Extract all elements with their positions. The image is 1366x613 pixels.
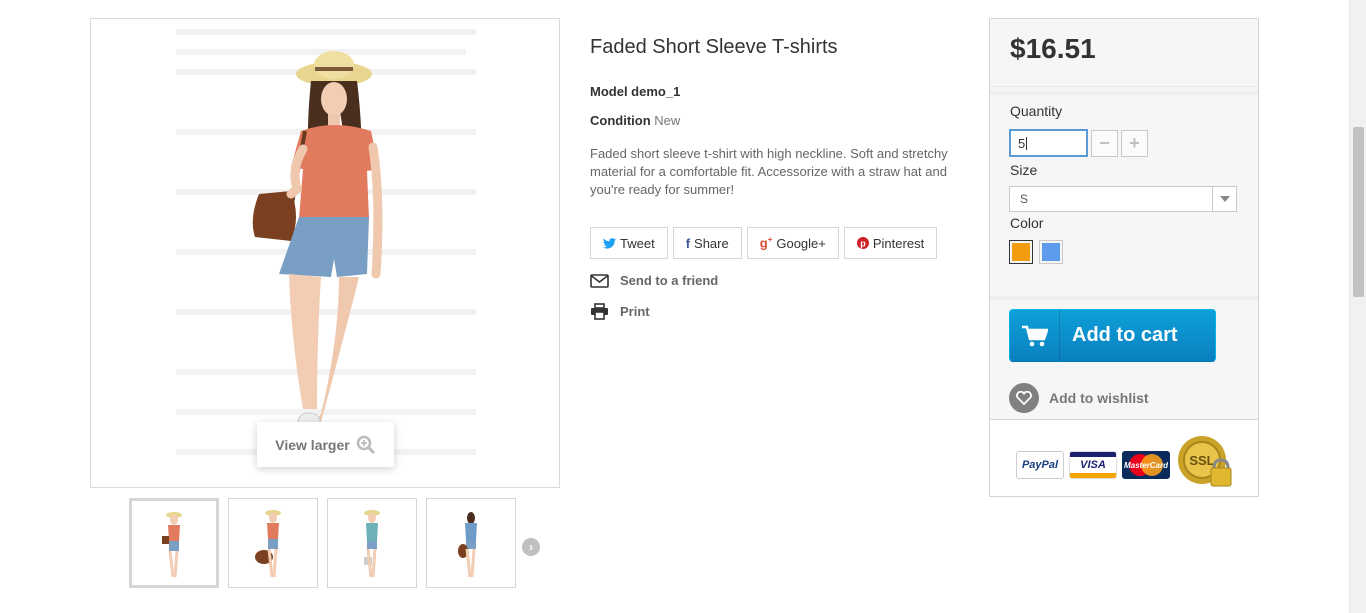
product-photo [176,29,476,455]
printer-icon [591,303,608,320]
print-label: Print [620,304,650,319]
googleplus-label: Google+ [776,235,826,251]
ssl-seal: SSL [1178,436,1232,487]
cart-icon [1010,310,1060,361]
quantity-value: 5 [1018,135,1026,151]
size-label: Size [1010,162,1038,178]
add-to-wishlist-link[interactable]: Add to wishlist [1009,383,1149,413]
svg-text:SSL: SSL [1189,453,1214,468]
googleplus-button[interactable]: g+ Google+ [746,227,839,259]
product-description: Faded short sleeve t-shirt with high nec… [590,146,948,197]
chevron-right-icon[interactable]: › [522,538,540,556]
tweet-label: Tweet [620,235,655,251]
thumbnail-strip [129,498,516,588]
thumbnail-4[interactable] [426,498,516,588]
facebook-icon: f [685,235,691,251]
pinterest-icon: p [856,237,869,249]
view-larger-label: View larger [275,436,350,453]
share-label: Share [694,235,729,251]
price-area: $16.51 [990,19,1258,87]
envelope-icon [590,273,609,288]
minus-icon: − [1099,133,1110,153]
scrollbar-thumb[interactable] [1353,127,1364,297]
color-swatch-fill [1012,243,1030,261]
pinterest-button[interactable]: p Pinterest [843,227,938,259]
condition-label: Condition [590,113,651,128]
page-scrollbar[interactable] [1349,0,1366,613]
color-swatch-orange[interactable] [1009,240,1033,264]
thumbnail-1[interactable] [129,498,219,588]
quantity-decrease-button[interactable]: − [1091,130,1118,157]
condition-value: New [654,113,681,128]
thumbnail-image [458,512,477,578]
product-model: Model demo_1 [590,84,681,99]
send-to-friend-label: Send to a friend [620,273,719,288]
paypal-logo: PayPal [1016,451,1064,479]
thumbnail-image [255,510,281,578]
social-share-row: Tweet f Share g+ Google+ p Pinterest [590,227,938,259]
add-to-wishlist-label: Add to wishlist [1049,390,1149,406]
thumbnail-3[interactable] [327,498,417,588]
zoom-icon [356,435,375,454]
buy-box: $16.51 Quantity 5 − + Size S Color Add t… [989,18,1259,497]
quantity-increase-button[interactable]: + [1121,130,1148,157]
add-to-cart-button[interactable]: Add to cart [1009,309,1216,362]
size-value: S [1020,192,1029,206]
product-condition: Condition New [590,113,680,128]
thumbnail-2[interactable] [228,498,318,588]
payment-logos: PayPal VISA MasterCard SSL [990,419,1258,496]
twitter-icon [603,237,616,249]
plus-icon: + [1129,133,1140,153]
add-to-cart-label: Add to cart [1072,324,1178,346]
print-link[interactable]: Print [590,303,650,320]
chevron-down-icon [1212,187,1236,211]
facebook-share-button[interactable]: f Share [672,227,742,259]
main-product-image[interactable]: View larger [90,18,560,488]
quantity-label: Quantity [1010,103,1063,119]
thumbnail-image [364,510,380,578]
size-select[interactable]: S [1009,186,1237,212]
view-larger-button[interactable]: View larger [257,422,394,467]
svg-text:p: p [860,238,866,248]
color-swatch-fill [1042,243,1060,261]
quantity-input[interactable]: 5 [1009,129,1088,157]
color-label: Color [1010,215,1044,231]
product-price: $16.51 [1010,33,1096,64]
tweet-button[interactable]: Tweet [590,227,668,259]
googleplus-icon: g+ [759,235,773,251]
send-to-friend-link[interactable]: Send to a friend [590,273,718,288]
color-swatch-blue[interactable] [1039,240,1063,264]
thumbnail-image [162,512,182,578]
mastercard-logo: MasterCard [1122,451,1170,479]
product-title: Faded Short Sleeve T-shirts [590,36,838,58]
visa-logo: VISA [1069,451,1117,479]
heart-icon [1009,383,1039,413]
pinterest-label: Pinterest [872,235,925,251]
